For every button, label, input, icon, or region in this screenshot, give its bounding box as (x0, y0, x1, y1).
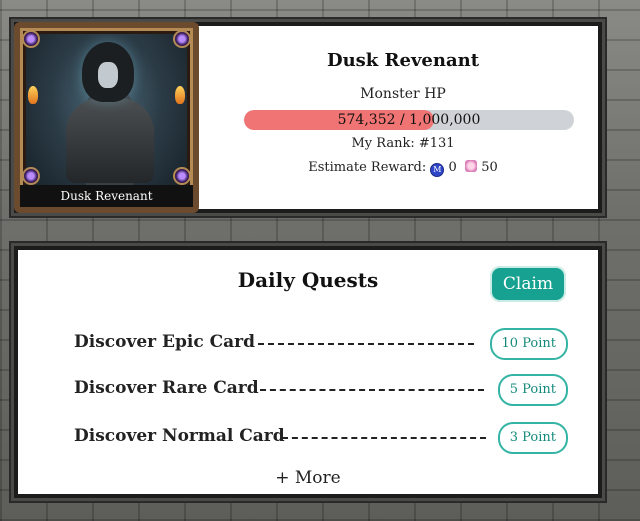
quest-points-badge[interactable]: 5 Point (497, 374, 568, 406)
quest-row: Discover Normal Card 3 Point (74, 422, 568, 454)
boss-panel: Dusk Revenant Dusk Revenant Monster HP 5… (14, 22, 602, 213)
coin-icon: M (430, 163, 445, 177)
more-link[interactable]: + More (18, 468, 598, 488)
quest-row: Discover Epic Card 10 Point (74, 328, 568, 360)
quest-points-badge[interactable]: 10 Point (489, 328, 568, 360)
boss-card[interactable]: Dusk Revenant (14, 22, 199, 213)
gem-icon (22, 30, 40, 48)
quest-name: Discover Epic Card (74, 332, 255, 352)
gem-icon (173, 30, 191, 48)
gem-icon (173, 167, 191, 185)
hp-value: 574,352 / 1,000,000 (337, 112, 481, 128)
dashed-leader (258, 343, 474, 345)
flame-icon (28, 86, 38, 104)
quest-name: Discover Normal Card (74, 426, 285, 446)
boss-face (98, 62, 118, 88)
quest-row: Discover Rare Card 5 Point (74, 374, 568, 406)
gift-icon (465, 160, 478, 172)
claim-button[interactable]: Claim (492, 268, 564, 300)
my-rank: My Rank: #131 (351, 136, 455, 151)
dashed-leader (260, 389, 484, 391)
reward-label: Estimate Reward: (308, 160, 427, 175)
card-name-label: Dusk Revenant (20, 185, 193, 207)
estimate-reward: Estimate Reward: M 0 50 (208, 160, 598, 177)
quest-name: Discover Rare Card (74, 378, 259, 398)
reward-coin-value: 0 (448, 160, 457, 175)
flame-icon (175, 86, 185, 104)
quest-points-badge[interactable]: 3 Point (497, 422, 568, 454)
gem-icon (22, 167, 40, 185)
daily-quests-panel: Daily Quests Claim Discover Epic Card 10… (14, 246, 602, 498)
reward-gift-value: 50 (481, 160, 498, 175)
hp-bar: 574,352 / 1,000,000 (244, 110, 574, 130)
boss-armor (66, 98, 154, 183)
hp-label: Monster HP (360, 86, 446, 102)
boss-title: Dusk Revenant (326, 50, 480, 71)
dashed-leader (282, 437, 486, 439)
